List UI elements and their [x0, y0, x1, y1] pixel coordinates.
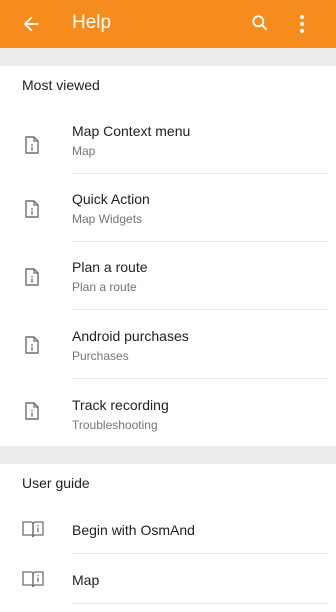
list-item-android-purchases[interactable]: Android purchases Purchases — [0, 310, 336, 379]
list-item-plan-a-route[interactable]: Plan a route Plan a route — [0, 242, 336, 310]
section-title-user-guide: User guide — [22, 475, 90, 491]
section-separator — [0, 446, 336, 464]
item-subtitle: Troubleshooting — [72, 418, 158, 432]
item-subtitle: Purchases — [72, 349, 129, 363]
section-separator — [0, 48, 336, 66]
item-title: Map — [72, 572, 100, 588]
app-bar: Help — [0, 0, 336, 48]
item-title: Quick Action — [72, 191, 150, 207]
section-title-most-viewed: Most viewed — [22, 77, 100, 93]
list-item-track-recording[interactable]: Track recording Troubleshooting — [0, 378, 336, 446]
list-item-map[interactable]: Map — [0, 554, 336, 604]
item-title: Begin with OsmAnd — [72, 522, 195, 538]
list-item-begin-with-osmand[interactable]: Begin with OsmAnd — [0, 504, 336, 554]
item-title: Track recording — [72, 397, 169, 413]
item-subtitle: Plan a route — [72, 280, 137, 294]
item-subtitle: Map — [72, 144, 96, 158]
item-title: Plan a route — [72, 259, 148, 275]
arrow-left-icon[interactable] — [20, 13, 42, 35]
item-subtitle: Map Widgets — [72, 212, 143, 226]
search-icon[interactable] — [250, 13, 270, 33]
document-info-icon — [25, 136, 39, 154]
document-info-icon — [25, 336, 39, 354]
divider — [72, 603, 328, 604]
document-info-icon — [25, 402, 39, 420]
document-info-icon — [25, 200, 39, 218]
list-item-quick-action[interactable]: Quick Action Map Widgets — [0, 174, 336, 242]
book-info-icon — [22, 521, 44, 538]
book-info-icon — [22, 571, 44, 588]
item-title: Map Context menu — [72, 123, 191, 139]
more-vert-icon[interactable] — [292, 12, 312, 36]
page-title: Help — [72, 12, 112, 33]
list-item-map-context-menu[interactable]: Map Context menu Map — [0, 106, 336, 174]
document-info-icon — [25, 268, 39, 286]
item-title: Android purchases — [72, 328, 189, 344]
